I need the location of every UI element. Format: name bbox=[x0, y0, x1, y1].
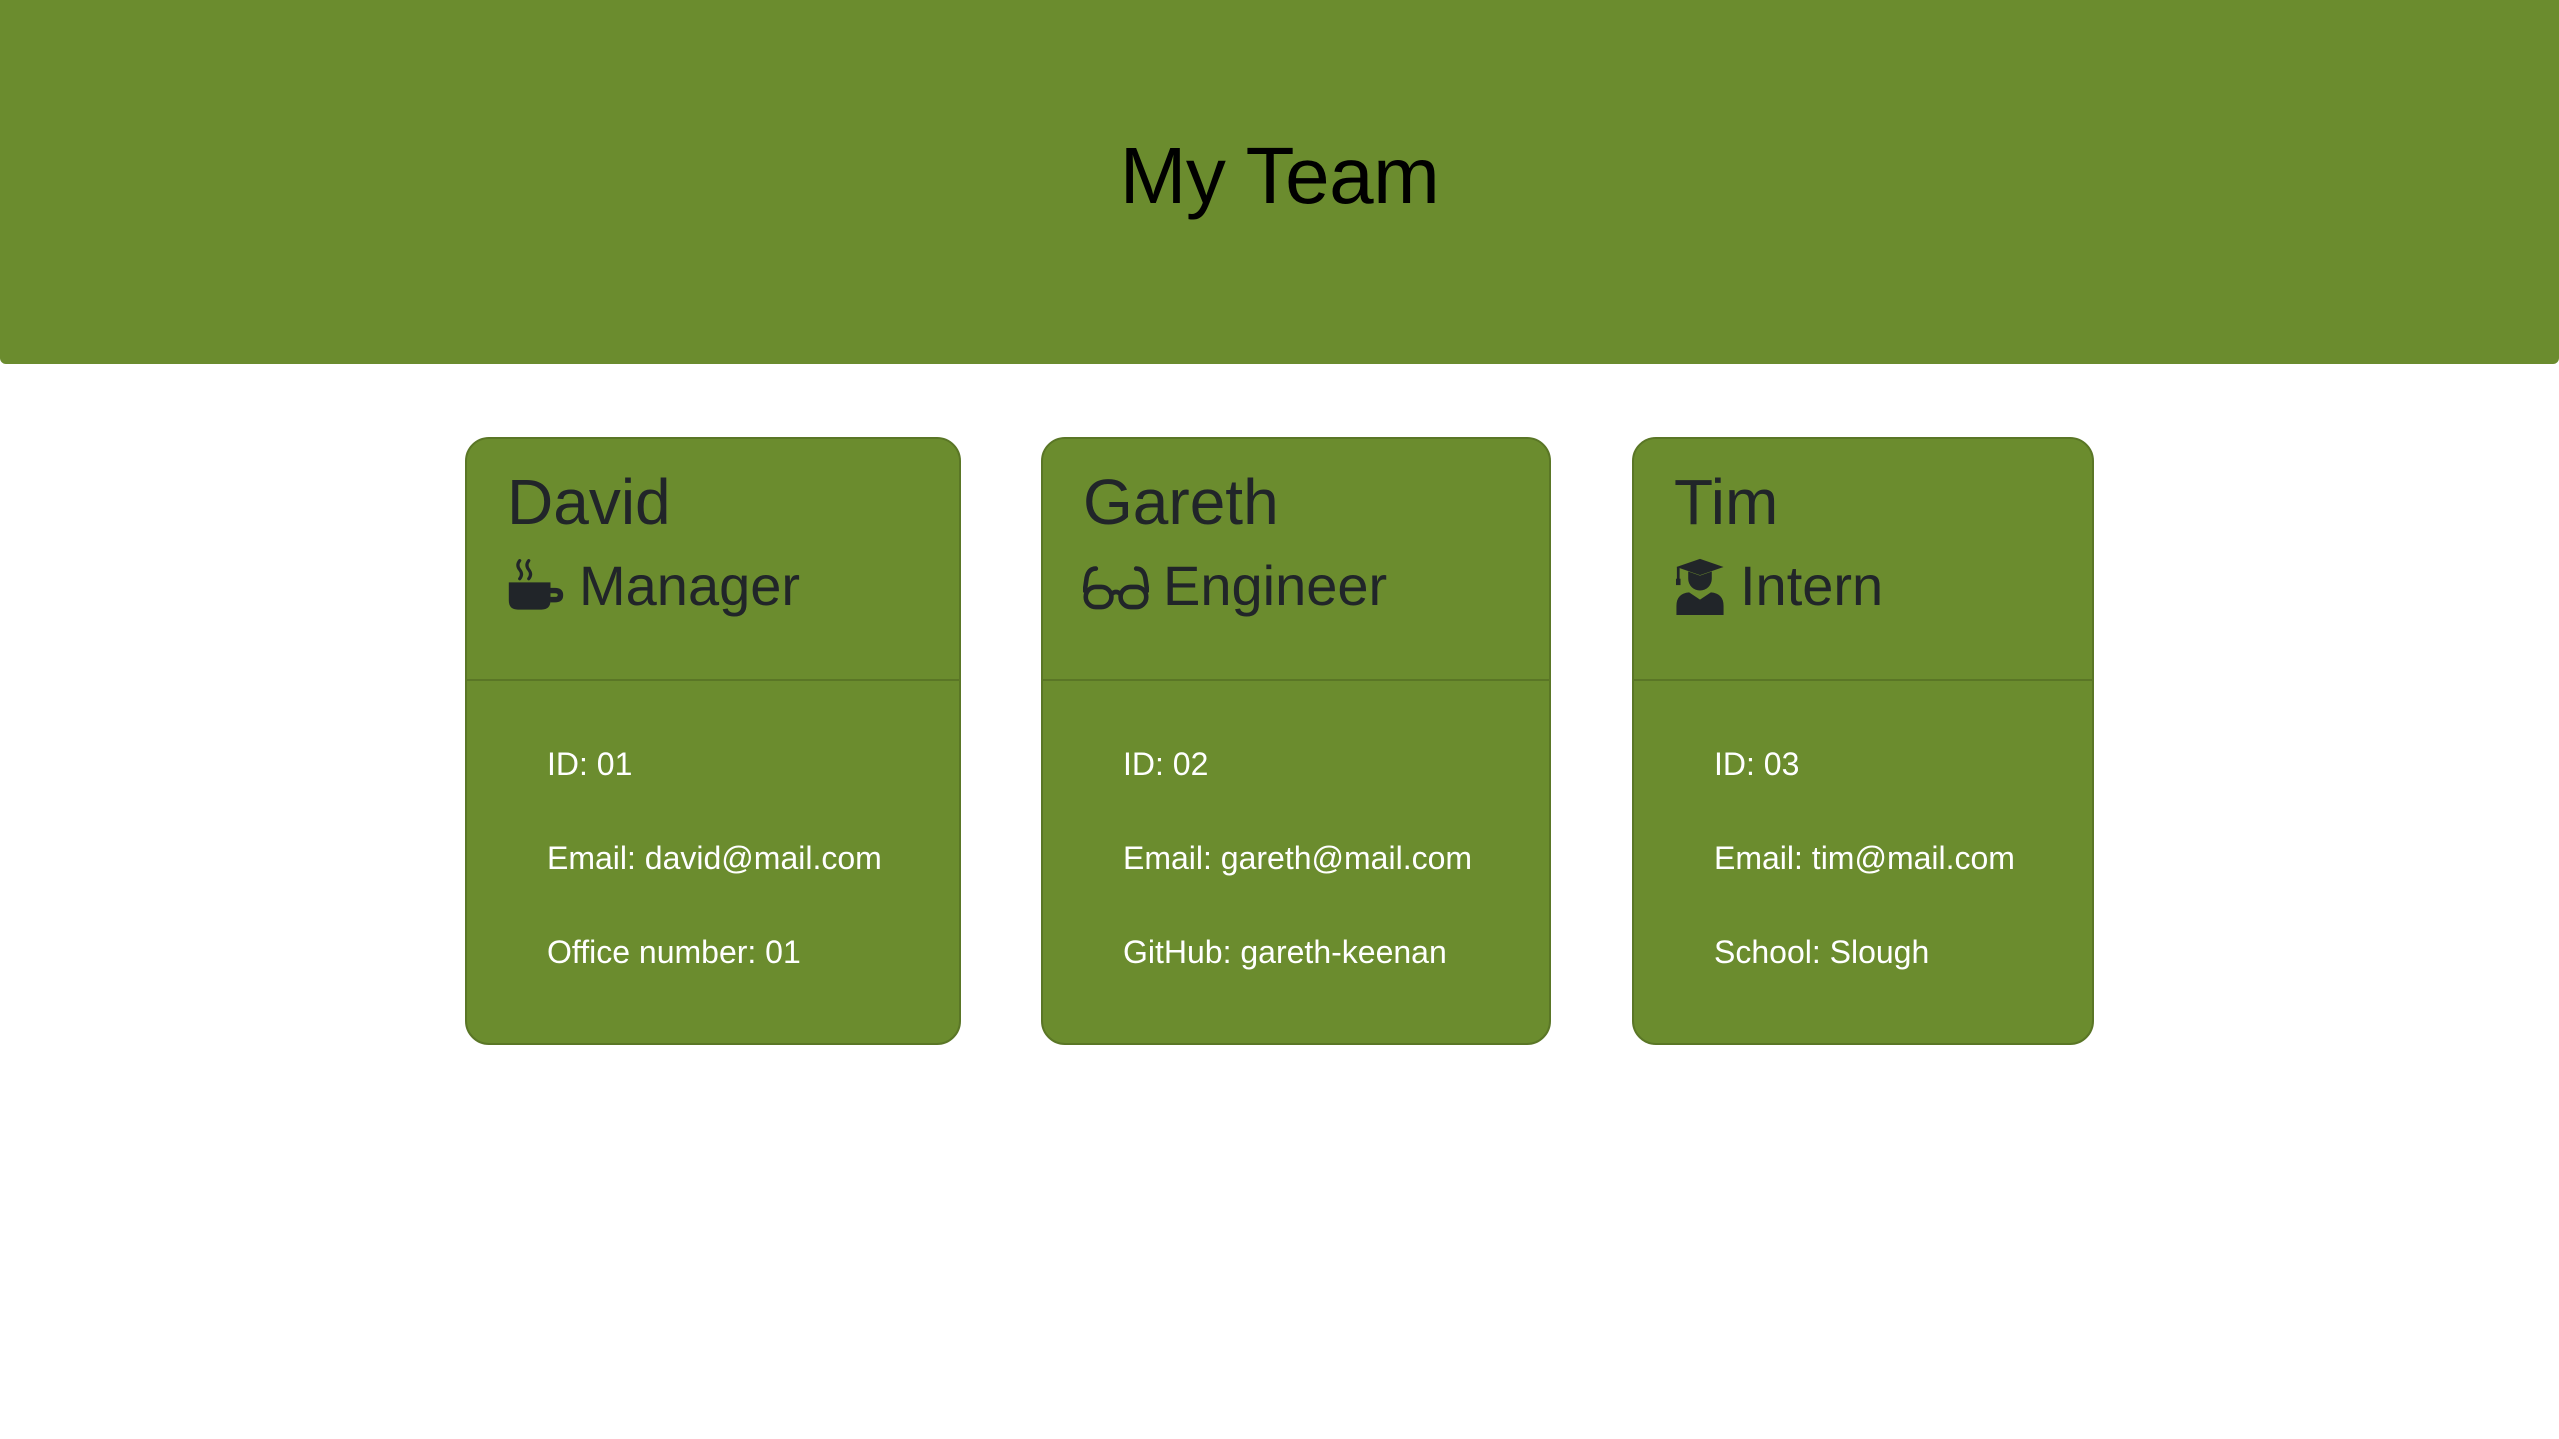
member-role-label: Manager bbox=[579, 554, 801, 618]
page-header: My Team bbox=[0, 0, 2559, 364]
page-title: My Team bbox=[1119, 131, 1440, 220]
member-email[interactable]: Email: gareth@mail.com bbox=[1123, 839, 1549, 877]
member-email[interactable]: Email: tim@mail.com bbox=[1714, 839, 2092, 877]
card-header: David Manager bbox=[467, 439, 959, 681]
card-header: Gareth Engineer bbox=[1043, 439, 1549, 681]
member-role-label: Engineer bbox=[1163, 554, 1388, 618]
card-header: Tim Intern bbox=[1634, 439, 2092, 681]
member-name: Gareth bbox=[1083, 466, 1279, 538]
member-role: Engineer bbox=[1083, 555, 1509, 617]
member-github[interactable]: GitHub: gareth-keenan bbox=[1123, 933, 1549, 971]
card-body: ID: 02 Email: gareth@mail.com GitHub: ga… bbox=[1043, 681, 1549, 971]
member-school: School: Slough bbox=[1714, 934, 1930, 970]
team-member-card-intern: Tim Intern ID: 03 Email: tim@mail.com Sc… bbox=[1632, 437, 2094, 1045]
glasses-icon bbox=[1083, 559, 1149, 613]
member-office-number: Office number: 01 bbox=[547, 934, 801, 970]
team-member-card-engineer: Gareth Engineer ID: 02 Email: gareth@mai… bbox=[1041, 437, 1551, 1045]
member-email[interactable]: Email: david@mail.com bbox=[547, 839, 959, 877]
member-id: ID: 02 bbox=[1123, 746, 1209, 782]
graduate-icon bbox=[1674, 557, 1726, 616]
member-id: ID: 03 bbox=[1714, 746, 1800, 782]
card-body: ID: 03 Email: tim@mail.com School: Sloug… bbox=[1634, 681, 2092, 971]
member-name: Tim bbox=[1674, 466, 1779, 538]
member-id: ID: 01 bbox=[547, 746, 633, 782]
member-role: Manager bbox=[507, 555, 919, 617]
member-role-label: Intern bbox=[1740, 554, 1884, 618]
member-name: David bbox=[507, 466, 671, 538]
team-member-card-manager: David Manager ID: 01 Email: david@mail.c… bbox=[465, 437, 961, 1045]
card-body: ID: 01 Email: david@mail.com Office numb… bbox=[467, 681, 959, 971]
coffee-mug-icon bbox=[507, 557, 565, 615]
member-role: Intern bbox=[1674, 555, 2052, 617]
